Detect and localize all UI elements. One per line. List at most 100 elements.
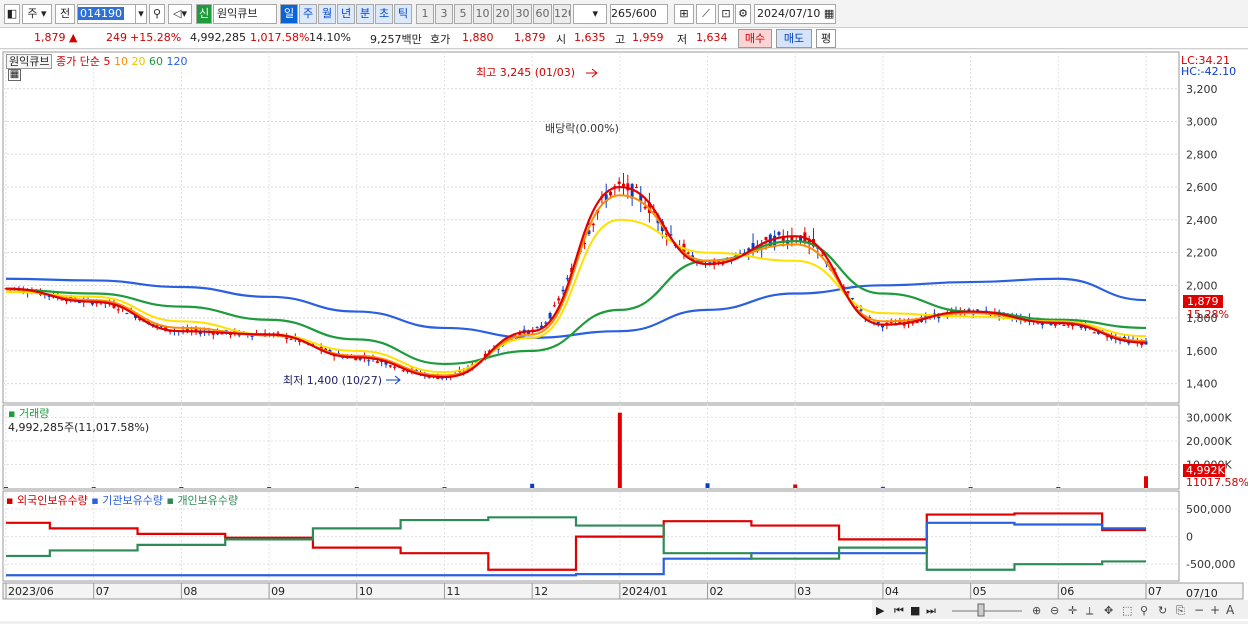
volume-ratio-label: 11017.58%: [1186, 476, 1248, 489]
scroll-right-icon[interactable]: ▶: [876, 604, 885, 617]
candle-body: [388, 365, 392, 367]
grid-tool-icon[interactable]: ⊞: [674, 4, 694, 24]
volume-bar: [1056, 487, 1061, 488]
volume-value: 4,992,285주(11,017.58%): [8, 421, 150, 434]
period-second[interactable]: 초: [375, 4, 393, 24]
candle-body: [634, 187, 638, 189]
volume: 4,992,285: [190, 31, 246, 44]
candle-body: [976, 309, 980, 311]
chart-svg[interactable]: 1,4001,6001,8002,0002,2002,4002,6002,800…: [0, 50, 1248, 621]
search-icon[interactable]: ⚲: [149, 4, 165, 24]
crosshair-icon[interactable]: ✛: [1068, 604, 1077, 617]
legend-foreign[interactable]: ▪ 외국인보유수량: [6, 494, 88, 507]
chart-area[interactable]: 1,400 1,600 1,800 2,000 2,200 2,400 2,600 2,800…: [0, 50, 1248, 621]
candle-body: [552, 305, 556, 307]
x-tick-label: 2024/01: [622, 585, 668, 598]
interval-1[interactable]: 1: [416, 4, 434, 24]
price-y-tick: 3,000: [1186, 116, 1218, 129]
candle-body: [764, 237, 768, 240]
pan-icon[interactable]: ✥: [1104, 604, 1113, 617]
x-tick-label: 07: [1148, 585, 1162, 598]
forward-icon[interactable]: ⏭: [926, 604, 936, 617]
legend-stock-name[interactable]: 원익큐브: [6, 54, 53, 69]
legend-ma120[interactable]: 120: [166, 55, 187, 68]
period-month[interactable]: 월: [318, 4, 336, 24]
candle-body: [846, 291, 850, 293]
code-dropdown[interactable]: ▾: [135, 4, 147, 24]
code-input[interactable]: 014190: [77, 4, 137, 24]
period-tick[interactable]: 틱: [394, 4, 412, 24]
interval-30[interactable]: 30: [513, 4, 532, 24]
candle-body: [609, 191, 613, 196]
interval-10[interactable]: 10: [473, 4, 492, 24]
refresh-icon[interactable]: ↻: [1158, 604, 1167, 617]
zoom-slider-handle[interactable]: [977, 603, 985, 617]
plus-icon[interactable]: +: [1210, 603, 1220, 617]
legend-ma10[interactable]: 10: [114, 55, 128, 68]
prev-button[interactable]: 전: [55, 4, 75, 24]
period-minute[interactable]: 분: [356, 4, 374, 24]
zoom-out-icon[interactable]: ⊖: [1050, 604, 1059, 617]
period-week[interactable]: 주: [299, 4, 317, 24]
legend-ma5[interactable]: 5: [103, 55, 110, 68]
rewind-icon[interactable]: ⏮: [894, 604, 904, 617]
nav-svg: ▶ ⏮ ■ ⏭ ⊕ ⊖ ✛ ⟂ ✥ ⬚ ⚲ ↻ ⎘ − + A: [876, 603, 1235, 617]
turnover-rate: 14.10%: [309, 31, 351, 44]
draw-tool-icon[interactable]: ⟋: [696, 4, 716, 24]
dividend-annotation: 배당락(0.00%): [545, 122, 619, 135]
legend-individual[interactable]: ▪ 개인보유수량: [166, 494, 238, 507]
price-y-tick: 1,600: [1186, 345, 1218, 358]
candle-body: [881, 325, 885, 328]
x-tick-label: 08: [183, 585, 197, 598]
count-value: 265: [611, 7, 632, 20]
search-zoom-icon[interactable]: ⚲: [1140, 604, 1148, 617]
interval-20[interactable]: 20: [493, 4, 512, 24]
legend-individual-text: 개인보유수량: [177, 494, 239, 507]
candle-body: [561, 289, 565, 292]
x-tick-label: 06: [1060, 585, 1074, 598]
legend-institution-text: 기관보유수량: [102, 494, 163, 507]
count-input[interactable]: 265/600: [610, 4, 668, 24]
price-y-tick: 2,000: [1186, 279, 1218, 292]
measure-icon[interactable]: ⟂: [1086, 604, 1094, 617]
candle-body: [617, 181, 621, 184]
expand-icon[interactable]: ⊡: [718, 4, 734, 24]
legend-close[interactable]: 종가 단순: [56, 55, 100, 68]
select-icon[interactable]: ⬚: [1122, 604, 1132, 617]
speaker-icon[interactable]: ◁▾: [168, 4, 192, 24]
settings-icon[interactable]: ⚙: [735, 4, 751, 24]
interval-custom[interactable]: ▾: [573, 4, 607, 24]
period-day[interactable]: 일: [280, 4, 298, 24]
legend-ma20[interactable]: 20: [131, 55, 145, 68]
stop-icon[interactable]: ■: [910, 604, 920, 617]
candle-body: [535, 327, 539, 329]
sell-button[interactable]: 매도: [776, 29, 812, 48]
period-year[interactable]: 년: [337, 4, 355, 24]
price-y-tick: 2,800: [1186, 148, 1218, 161]
legend-institution[interactable]: ▪ 기관보유수량: [91, 494, 163, 507]
interval-3[interactable]: 3: [435, 4, 453, 24]
avg-button[interactable]: 평: [816, 29, 836, 48]
interval-60[interactable]: 60: [533, 4, 552, 24]
holdings-y-tick: -500,000: [1186, 558, 1235, 571]
chart-menu-icon[interactable]: ◧: [4, 4, 20, 24]
x-tick-label: 09: [271, 585, 285, 598]
grid-toggle-icon[interactable]: ▦: [8, 69, 21, 81]
buy-button[interactable]: 매수: [738, 29, 772, 48]
price-y-tick: 2,600: [1186, 181, 1218, 194]
high-price: 1,959: [632, 31, 664, 44]
legend-ma60[interactable]: 60: [149, 55, 163, 68]
low-price: 1,634: [696, 31, 728, 44]
candle-body: [859, 309, 863, 311]
copy-icon[interactable]: ⎘: [1176, 604, 1185, 617]
zoom-in-icon[interactable]: ⊕: [1032, 604, 1041, 617]
volume-bar: [354, 487, 359, 488]
calendar-icon[interactable]: ▦: [824, 7, 834, 20]
interval-120[interactable]: 120: [553, 4, 571, 24]
period-select[interactable]: 주 ▾: [22, 4, 52, 24]
interval-5[interactable]: 5: [454, 4, 472, 24]
minus-icon[interactable]: −: [1194, 603, 1204, 617]
date-input[interactable]: 2024/07/10 ▦: [754, 4, 836, 24]
font-size-icon[interactable]: A: [1226, 603, 1235, 617]
high-annotation: 최고 3,245 (01/03): [476, 66, 575, 79]
